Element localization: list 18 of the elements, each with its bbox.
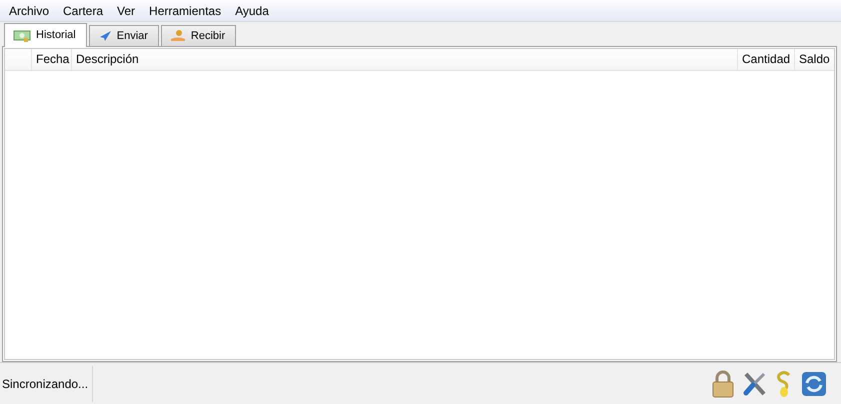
status-text: Sincronizando... xyxy=(2,366,94,402)
column-header[interactable]: Cantidad xyxy=(737,49,794,70)
tab[interactable]: Historial xyxy=(4,23,87,47)
column-header[interactable]: Fecha xyxy=(31,49,71,70)
menu-item[interactable]: Archivo xyxy=(2,0,56,20)
menu-item[interactable]: Cartera xyxy=(56,0,110,20)
refresh-icon[interactable] xyxy=(801,370,827,396)
column-header[interactable]: Saldo xyxy=(794,49,834,70)
banknote-icon xyxy=(13,28,31,42)
menu-item[interactable]: Herramientas xyxy=(142,0,228,20)
column-header[interactable]: Descripción xyxy=(71,49,737,70)
menu-item[interactable]: Ver xyxy=(110,0,142,20)
tab[interactable]: Enviar xyxy=(88,25,159,46)
paper-plane-icon xyxy=(98,30,112,42)
menu-item[interactable]: Ayuda xyxy=(228,0,276,20)
tab[interactable]: Recibir xyxy=(160,25,236,46)
lock-icon[interactable] xyxy=(711,370,735,398)
tools-icon[interactable] xyxy=(743,370,767,396)
